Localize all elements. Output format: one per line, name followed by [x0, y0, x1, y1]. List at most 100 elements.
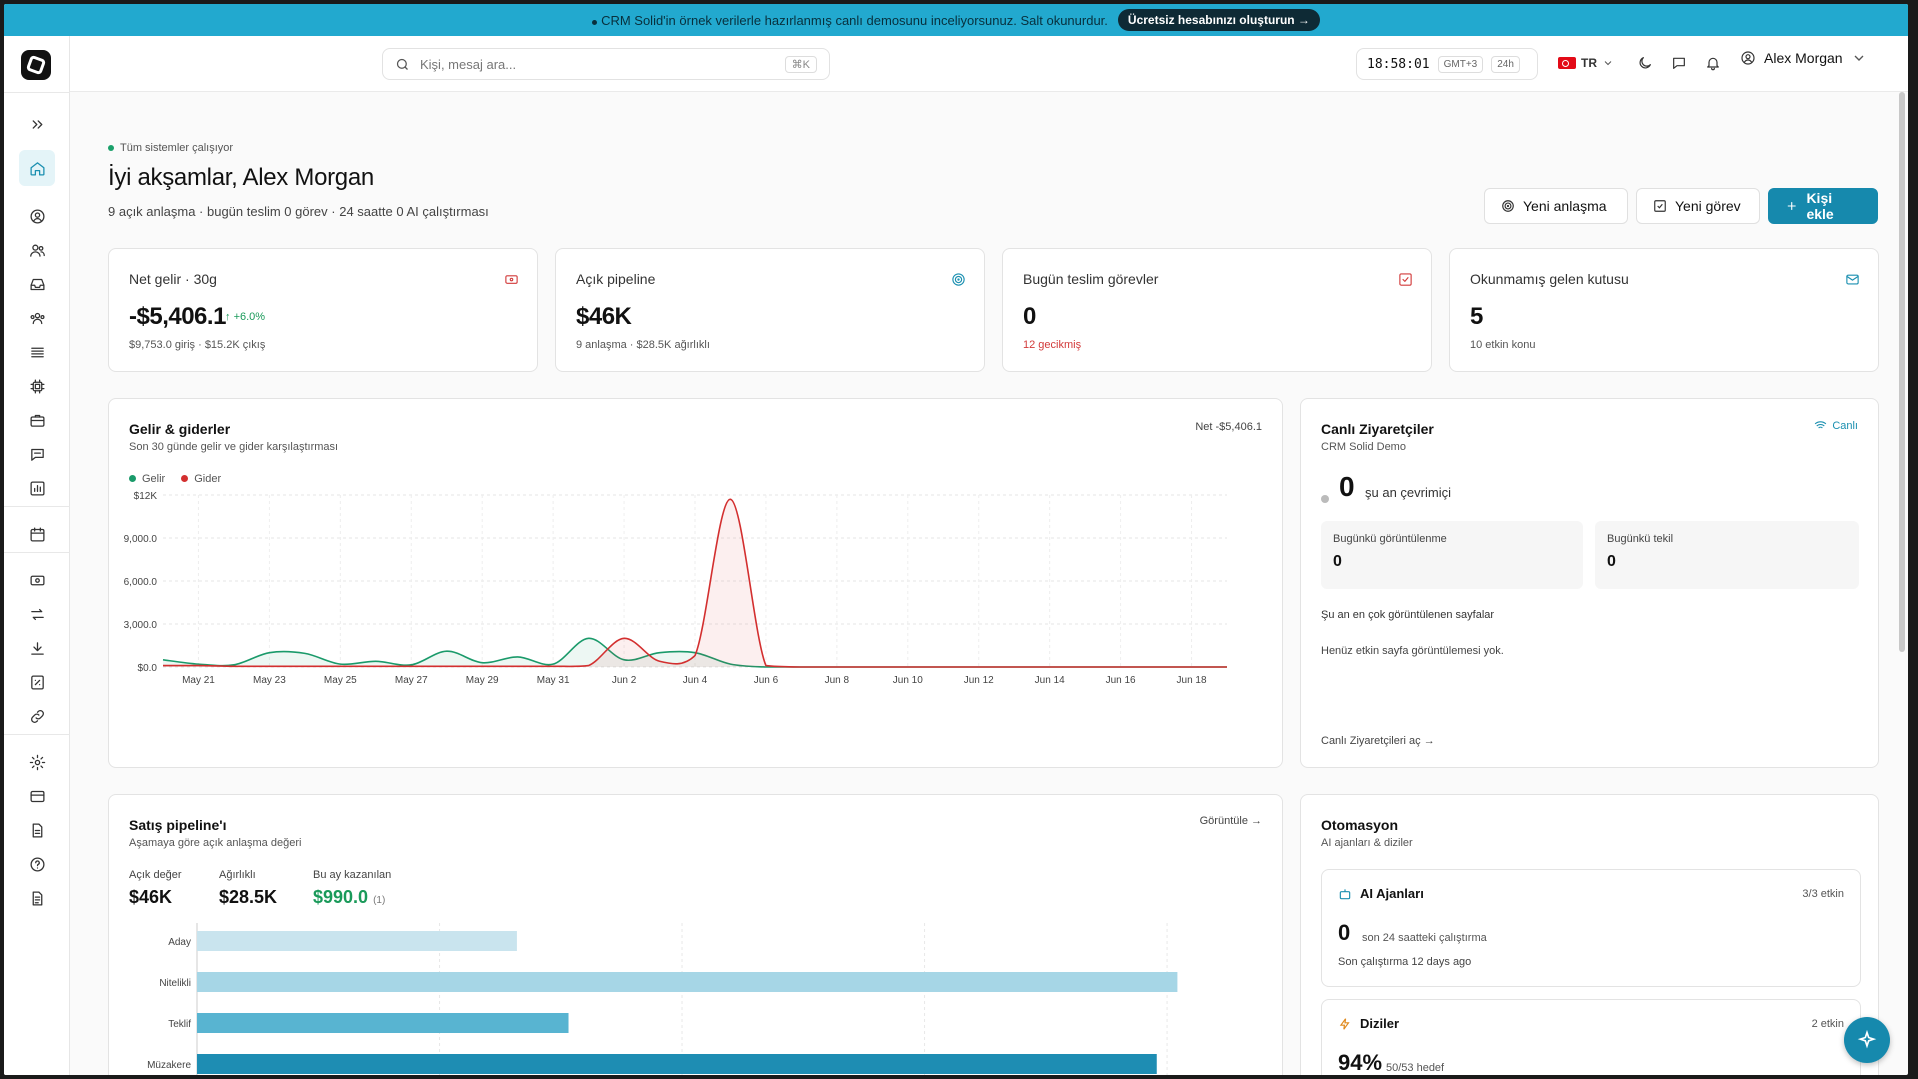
card-subtitle: CRM Solid Demo — [1321, 441, 1406, 453]
contact-icon[interactable] — [23, 202, 51, 230]
turkey-flag-icon — [1558, 57, 1576, 69]
transfer-icon[interactable] — [23, 600, 51, 628]
wifi-icon — [1815, 421, 1827, 431]
billing-icon[interactable] — [23, 782, 51, 810]
pipeline-bar[interactable] — [197, 972, 1178, 992]
messages-icon[interactable] — [1668, 52, 1690, 74]
bell-icon[interactable] — [1702, 52, 1724, 74]
pipeline-bar-chart[interactable]: Aday Nitelikli Teklif Müzakere — [109, 923, 1284, 1075]
automation-card: Otomasyon AI ajanları & diziler AI Ajanl… — [1300, 794, 1879, 1075]
sequences-title: Diziler — [1338, 1016, 1399, 1031]
settings-icon[interactable] — [23, 748, 51, 776]
live-visitors-card: Canlı Ziyaretçiler CRM Solid Demo Canlı … — [1300, 398, 1879, 768]
target-icon — [1502, 200, 1514, 212]
sequences-active: 2 etkin — [1811, 1018, 1844, 1030]
ai-agents-active: 3/3 etkin — [1802, 888, 1844, 900]
ai-assistant-button[interactable] — [1844, 1017, 1890, 1063]
new-task-button[interactable]: Yeni görev — [1636, 188, 1760, 224]
sequences-rate: 94% — [1338, 1050, 1383, 1075]
kpi-card-open-pipeline[interactable]: Açık pipeline $46K 9 anlaşma · $28.5K ağ… — [555, 248, 985, 372]
status-dot — [108, 145, 114, 151]
demo-banner: CRM Solid'in örnek verilerle hazırlanmış… — [4, 4, 1908, 36]
card-subtitle: Aşamaya göre açık anlaşma değeri — [129, 837, 302, 849]
kpi-card-unread-inbox[interactable]: Okunmamış gelen kutusu 5 10 etkin konu — [1449, 248, 1879, 372]
view-pipeline-link[interactable]: Görüntüle → — [1200, 815, 1262, 827]
kpi-card-tasks-due[interactable]: Bugün teslim görevler 0 12 gecikmiş — [1002, 248, 1432, 372]
dark-mode-icon[interactable] — [1634, 52, 1656, 74]
income-expense-card: Gelir & giderler Son 30 günde gelir ve g… — [108, 398, 1283, 768]
team-icon[interactable] — [23, 304, 51, 332]
open-live-visitors-link[interactable]: Canlı Ziyaretçileri aç → — [1321, 735, 1435, 747]
page-scrollbar[interactable] — [1899, 92, 1905, 652]
home-icon[interactable] — [19, 150, 55, 186]
expand-sidebar-icon[interactable] — [23, 110, 51, 138]
money-icon — [503, 271, 519, 287]
x-tick-label: Jun 2 — [612, 675, 637, 686]
document-icon[interactable] — [23, 816, 51, 844]
chat-icon[interactable] — [23, 440, 51, 468]
user-menu[interactable]: Alex Morgan — [1740, 50, 1867, 66]
briefcase-icon[interactable] — [23, 406, 51, 434]
clock-widget[interactable]: 18:58:01 GMT+3 24h — [1356, 48, 1538, 80]
app-logo[interactable] — [21, 50, 51, 80]
changelog-icon[interactable] — [23, 884, 51, 912]
x-tick-label: Jun 14 — [1035, 675, 1065, 686]
pipeline-bar[interactable] — [197, 1013, 569, 1033]
x-tick-label: Jun 16 — [1106, 675, 1136, 686]
reports-icon[interactable] — [23, 474, 51, 502]
pipeline-bar[interactable] — [197, 931, 517, 951]
mail-icon — [1844, 271, 1860, 287]
net-value: Net -$5,406.1 — [1195, 421, 1262, 433]
system-status: Tüm sistemler çalışıyor — [108, 142, 233, 154]
legend-income[interactable]: Gelir — [129, 473, 165, 485]
x-tick-label: Jun 8 — [825, 675, 850, 686]
kpi-value: 0 — [1023, 303, 1036, 330]
inbox-icon[interactable] — [23, 270, 51, 298]
new-deal-button[interactable]: Yeni anlaşma — [1484, 188, 1628, 224]
pipeline-bar[interactable] — [197, 1054, 1157, 1074]
chart-legend: Gelir Gider — [129, 473, 221, 485]
x-tick-label: May 25 — [324, 675, 357, 686]
payments-icon[interactable] — [23, 566, 51, 594]
top-pages-heading: Şu an en çok görüntülenen sayfalar — [1321, 609, 1495, 621]
tax-icon[interactable] — [23, 668, 51, 696]
chip-icon[interactable] — [23, 372, 51, 400]
banner-text: CRM Solid'in örnek verilerle hazırlanmış… — [592, 13, 1108, 28]
kpi-value: -$5,406.1 — [129, 303, 226, 330]
card-title: Canlı Ziyaretçiler — [1321, 421, 1434, 437]
legend-expense[interactable]: Gider — [181, 473, 221, 485]
stage-label: Müzakere — [147, 1060, 191, 1071]
lightning-icon — [1339, 1017, 1350, 1030]
check-square-icon — [1654, 200, 1666, 212]
add-contact-button[interactable]: Kişi ekle — [1768, 188, 1878, 224]
sequences-card[interactable]: Diziler 2 etkin 94% 50/53 hedef — [1321, 999, 1861, 1075]
calendar-icon[interactable] — [23, 520, 51, 548]
search-shortcut: ⌘K — [784, 55, 817, 73]
kpi-label: Net gelir · 30g — [129, 271, 217, 287]
plus-icon — [1787, 202, 1796, 210]
language-select[interactable]: TR — [1552, 50, 1622, 76]
link-icon[interactable] — [23, 702, 51, 730]
card-title: Gelir & giderler — [129, 421, 231, 437]
ai-agents-title: AI Ajanları — [1338, 886, 1424, 901]
search-input[interactable]: Kişi, mesaj ara... ⌘K — [382, 48, 830, 80]
target-icon — [950, 271, 966, 287]
create-account-button[interactable]: Ücretsiz hesabınızı oluşturun → — [1117, 9, 1320, 31]
time-format-toggle[interactable]: 24h — [1491, 55, 1520, 73]
online-count: 0 — [1339, 471, 1355, 502]
ai-agents-card[interactable]: AI Ajanları 3/3 etkin 0 son 24 saatteki … — [1321, 869, 1861, 987]
kpi-delta: ↑ +6.0% — [225, 311, 266, 323]
views-value: 0 — [1333, 553, 1342, 570]
kpi-card-net-income[interactable]: Net gelir · 30g -$5,406.1 ↑ +6.0% $9,753… — [108, 248, 538, 372]
empty-state: Henüz etkin sayfa görüntülemesi yok. — [1321, 645, 1504, 657]
chevron-down-icon — [1854, 55, 1864, 61]
download-icon[interactable] — [23, 634, 51, 662]
stage-label: Aday — [168, 937, 191, 948]
kpi-value: $46K — [576, 303, 632, 330]
search-placeholder: Kişi, mesaj ara... — [420, 56, 517, 72]
list-icon[interactable] — [23, 338, 51, 366]
users-icon[interactable] — [23, 236, 51, 264]
help-icon[interactable] — [23, 850, 51, 878]
stage-label: Teklif — [168, 1019, 191, 1030]
income-expense-chart[interactable]: $0.0 3,000.0 6,000.0 9,000.0 $12K May 21 May 2… — [109, 489, 1284, 769]
